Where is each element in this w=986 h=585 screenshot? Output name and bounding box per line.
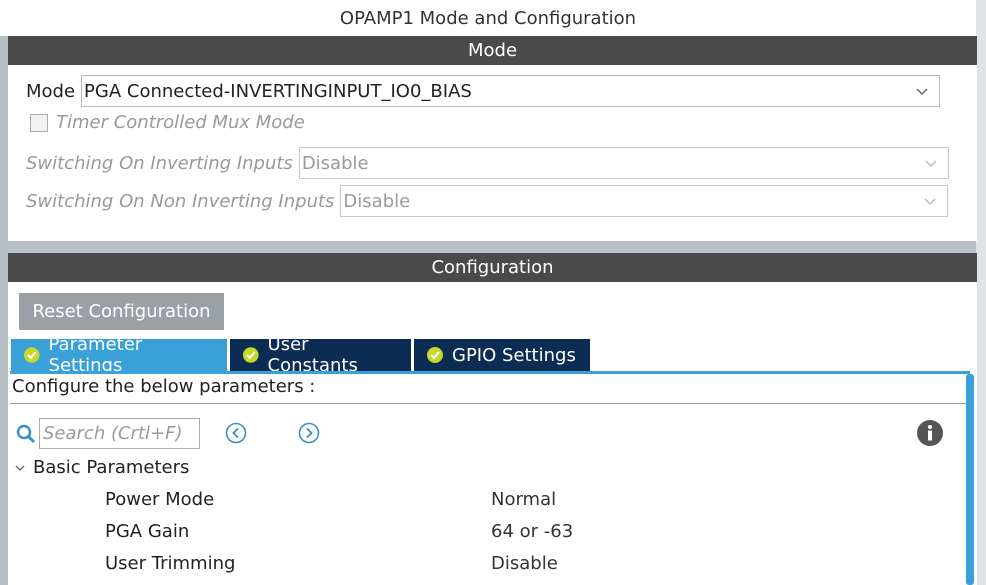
window-title: OPAMP1 Mode and Configuration xyxy=(0,0,976,36)
basic-parameters-group[interactable]: Basic Parameters xyxy=(14,457,189,478)
mode-select-value: PGA Connected-INVERTINGINPUT_IO0_BIAS xyxy=(84,80,472,102)
instruction-text: Configure the below parameters : xyxy=(12,376,316,397)
info-icon[interactable] xyxy=(916,419,944,447)
group-label: Basic Parameters xyxy=(33,457,190,478)
vertical-scrollbar[interactable] xyxy=(966,374,974,585)
tab-gpio-settings[interactable]: GPIO Settings xyxy=(414,339,590,371)
chevron-down-icon xyxy=(924,198,936,206)
switch-inverting-row: Switching On Inverting Inputs Disable xyxy=(26,147,949,179)
collapse-arrow-icon[interactable] xyxy=(14,462,26,474)
check-circle-icon xyxy=(23,347,40,363)
mode-label: Mode xyxy=(26,80,76,102)
config-section-header: Configuration xyxy=(8,253,977,282)
switch-noninverting-value: Disable xyxy=(343,190,411,212)
param-value-pga-gain[interactable]: 64 or -63 xyxy=(491,521,573,542)
reset-configuration-button[interactable]: Reset Configuration xyxy=(19,293,224,330)
switch-inverting-select[interactable]: Disable xyxy=(298,147,949,179)
param-name-user-trimming: User Trimming xyxy=(105,553,236,574)
mode-select[interactable]: PGA Connected-INVERTINGINPUT_IO0_BIAS xyxy=(81,75,941,107)
tab-label: GPIO Settings xyxy=(452,344,576,366)
timer-mux-checkbox[interactable] xyxy=(30,113,48,132)
tab-parameter-settings[interactable]: Parameter Settings xyxy=(11,334,227,376)
divider xyxy=(10,403,966,404)
check-circle-icon xyxy=(427,347,443,363)
tab-label: Parameter Settings xyxy=(48,334,143,376)
chevron-down-icon xyxy=(925,160,937,168)
param-value-user-trimming[interactable]: Disable xyxy=(491,553,558,574)
mode-row: Mode PGA Connected-INVERTINGINPUT_IO0_BI… xyxy=(26,75,941,107)
timer-mux-label: Timer Controlled Mux Mode xyxy=(56,112,305,133)
switch-inverting-value: Disable xyxy=(301,152,369,174)
config-tabs: Parameter Settings User Constants GPIO S… xyxy=(11,334,593,376)
check-circle-icon xyxy=(242,347,259,363)
mode-section-header: Mode xyxy=(8,36,977,65)
search-icon[interactable] xyxy=(16,424,36,444)
switch-noninverting-label: Switching On Non Inverting Inputs xyxy=(26,190,335,212)
nav-prev-icon[interactable] xyxy=(225,422,247,444)
tab-user-constants[interactable]: User Constants xyxy=(230,334,411,376)
tab-label: User Constants xyxy=(267,334,358,376)
right-edge-strip xyxy=(976,0,986,585)
switch-inverting-label: Switching On Inverting Inputs xyxy=(26,152,293,174)
chevron-down-icon xyxy=(916,88,928,96)
param-name-pga-gain: PGA Gain xyxy=(105,521,190,542)
switch-noninverting-row: Switching On Non Inverting Inputs Disabl… xyxy=(26,185,949,217)
timer-mux-row: Timer Controlled Mux Mode xyxy=(26,112,311,133)
search-placeholder: Search (Crtl+F) xyxy=(43,423,183,444)
switch-noninverting-select[interactable]: Disable xyxy=(340,185,949,217)
nav-next-icon[interactable] xyxy=(298,422,320,444)
param-value-power-mode[interactable]: Normal xyxy=(491,489,556,510)
search-input[interactable]: Search (Crtl+F) xyxy=(39,418,200,449)
param-name-power-mode: Power Mode xyxy=(105,489,215,510)
